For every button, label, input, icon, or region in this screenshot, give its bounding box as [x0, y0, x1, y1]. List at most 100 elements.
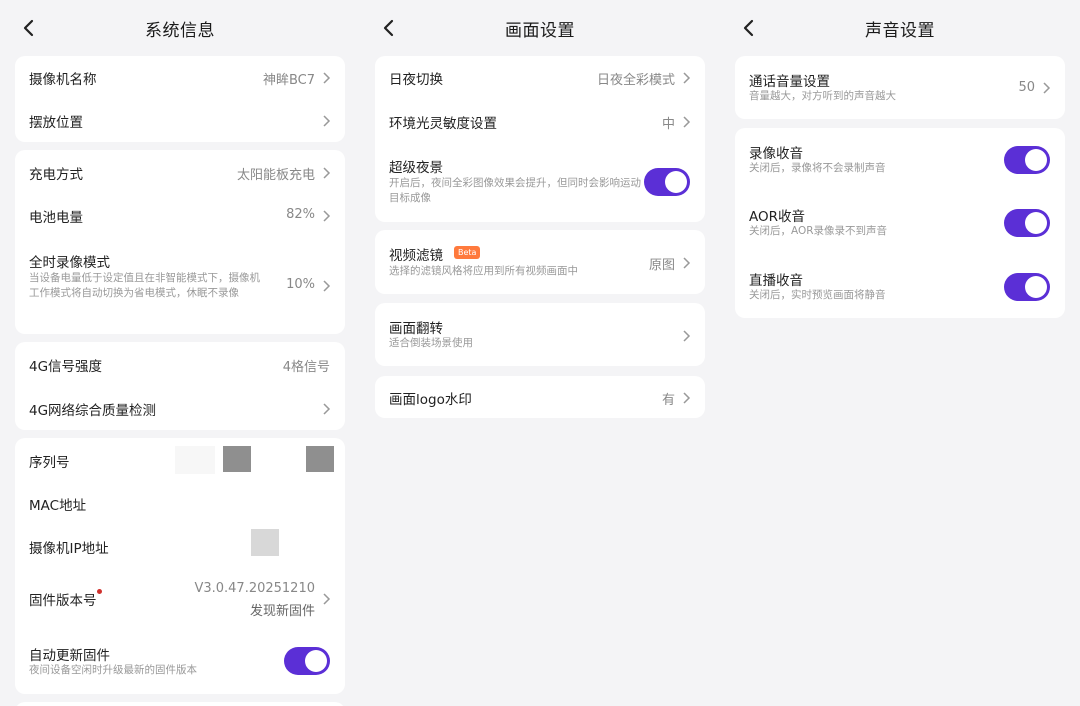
logo-row[interactable]: 画面logo水印 有 [375, 376, 705, 418]
row-subtitle: 夜间设备空闲时升级最新的固件版本 [29, 664, 197, 676]
row-value: 太阳能板充电 [236, 168, 315, 183]
aor-audio-row: AOR收音 关闭后，AOR录像录不到声音 [735, 191, 1065, 255]
chevron-right-icon [323, 115, 331, 127]
super-night-toggle[interactable] [644, 168, 690, 196]
page-title: 声音设置 [865, 21, 935, 41]
charging-row[interactable]: 充电方式 太阳能板充电 [15, 150, 345, 193]
firmware-row[interactable]: 固件版本号 V3.0.47.20251210 发现新固件 [15, 567, 345, 630]
camera-card: 摄像机名称 神眸BC7 摆放位置 [15, 56, 345, 142]
live-audio-row: 直播收音 关闭后，实时预览画面将静音 [735, 255, 1065, 318]
row-value: 82% [286, 207, 315, 222]
record-audio-toggle[interactable] [1004, 146, 1050, 174]
chevron-right-icon [683, 330, 691, 342]
row-label: 直播收音 [749, 273, 803, 289]
toggle-knob [305, 650, 327, 672]
row-label: 4G信号强度 [29, 359, 103, 375]
record-audio-row: 录像收音 关闭后，录像将不会录制声音 [735, 128, 1065, 191]
system-info-panel: 系统信息 摄像机名称 神眸BC7 摆放位置 充电方式 太阳能板充电 电池电量 8… [0, 0, 360, 706]
power-card: 充电方式 太阳能板充电 电池电量 82% 全时录像模式 当设备电量低于设定值且在… [15, 150, 345, 334]
row-label: 摄像机名称 [29, 72, 97, 88]
picture-settings-panel: 画面设置 日夜切换 日夜全彩模式 环境光灵敏度设置 中 超级夜景 开启后，夜间全… [360, 0, 720, 706]
redacted-block [223, 446, 251, 472]
chevron-right-icon [323, 210, 331, 222]
call-volume-row[interactable]: 通话音量设置 音量越大，对方听到的声音越大 50 [735, 56, 1065, 119]
row-label: 固件版本号 [29, 593, 97, 609]
chevron-right-icon [683, 116, 691, 128]
row-value: 日夜全彩模式 [596, 73, 675, 88]
full-record-row[interactable]: 全时录像模式 当设备电量低于设定值且在非智能模式下，摄像机工作模式将自动切换为省… [15, 236, 345, 334]
row-subtitle: 音量越大，对方听到的声音越大 [749, 90, 896, 102]
serial-row: 序列号 [15, 438, 345, 481]
ip-row: 摄像机IP地址 [15, 524, 345, 567]
row-value: 50 [1018, 80, 1035, 95]
chevron-right-icon [323, 403, 331, 415]
chevron-right-icon [323, 167, 331, 179]
firmware-update-hint: 发现新固件 [249, 604, 315, 619]
light-sensitivity-row[interactable]: 环境光灵敏度设置 中 [375, 99, 705, 142]
row-subtitle: 关闭后，AOR录像录不到声音 [749, 225, 888, 237]
camera-name-row[interactable]: 摄像机名称 神眸BC7 [15, 56, 345, 99]
toggle-knob [665, 171, 687, 193]
mac-row: MAC地址 [15, 481, 345, 524]
page-title: 系统信息 [145, 21, 215, 41]
row-label: 视频滤镜 [389, 248, 443, 264]
row-label: 4G网络综合质量检测 [29, 403, 157, 419]
live-audio-toggle[interactable] [1004, 273, 1050, 301]
flip-card: 画面翻转 适合倒装场景使用 [375, 303, 705, 366]
flip-row[interactable]: 画面翻转 适合倒装场景使用 [375, 303, 705, 366]
redacted-area [175, 446, 215, 474]
chevron-right-icon [683, 72, 691, 84]
row-subtitle: 适合倒装场景使用 [389, 337, 473, 349]
row-label: 环境光灵敏度设置 [389, 116, 497, 132]
row-label: 摆放位置 [29, 115, 83, 131]
row-value: 中 [661, 117, 675, 132]
auto-update-toggle[interactable] [284, 647, 330, 675]
row-label: 画面翻转 [389, 321, 443, 337]
signal-row: 4G信号强度 4格信号 [15, 342, 345, 386]
super-night-row: 超级夜景 开启后，夜间全彩图像效果会提升，但同时会影响运动目标成像 [375, 142, 705, 222]
chevron-right-icon [683, 257, 691, 269]
logo-card: 画面logo水印 有 [375, 376, 705, 418]
row-label: 超级夜景 [389, 160, 443, 176]
night-card: 日夜切换 日夜全彩模式 环境光灵敏度设置 中 超级夜景 开启后，夜间全彩图像效果… [375, 56, 705, 222]
day-night-row[interactable]: 日夜切换 日夜全彩模式 [375, 56, 705, 99]
row-value: 原图 [648, 258, 675, 273]
battery-row[interactable]: 电池电量 82% [15, 193, 345, 236]
row-label: 自动更新固件 [29, 648, 110, 664]
chevron-right-icon [683, 392, 691, 404]
toggle-knob [1025, 276, 1047, 298]
row-label: 充电方式 [29, 167, 83, 183]
new-firmware-dot [97, 589, 102, 594]
beta-badge: Beta [454, 246, 481, 259]
filter-row[interactable]: 视频滤镜 Beta 选择的滤镜风格将应用到所有视频画面中 原图 [375, 230, 705, 294]
row-value: 有 [661, 393, 675, 408]
aor-audio-toggle[interactable] [1004, 209, 1050, 237]
redacted-block [251, 529, 279, 556]
network-card: 4G信号强度 4格信号 4G网络综合质量检测 [15, 342, 345, 430]
row-value: 4格信号 [282, 360, 330, 375]
row-subtitle: 选择的滤镜风格将应用到所有视频画面中 [389, 265, 578, 277]
header: 声音设置 [720, 0, 1080, 56]
chevron-right-icon [323, 72, 331, 84]
next-card-edge [15, 702, 345, 706]
row-subtitle: 开启后，夜间全彩图像效果会提升，但同时会影响运动目标成像 [389, 177, 641, 204]
chevron-right-icon [323, 593, 331, 605]
chevron-right-icon [1043, 82, 1051, 94]
row-label: 日夜切换 [389, 72, 443, 88]
row-label: 画面logo水印 [389, 392, 472, 408]
volume-card: 通话音量设置 音量越大，对方听到的声音越大 50 [735, 56, 1065, 119]
chevron-right-icon [323, 280, 331, 292]
row-label: AOR收音 [749, 209, 806, 225]
position-row[interactable]: 摆放位置 [15, 99, 345, 142]
row-label: 序列号 [29, 455, 70, 471]
net-check-row[interactable]: 4G网络综合质量检测 [15, 386, 345, 430]
header: 画面设置 [360, 0, 720, 56]
toggle-knob [1025, 149, 1047, 171]
auto-update-row: 自动更新固件 夜间设备空闲时升级最新的固件版本 [15, 630, 345, 694]
device-card: 序列号 MAC地址 摄像机IP地址 固件版本号 V3.0.47.20251210… [15, 438, 345, 694]
firmware-version: V3.0.47.20251210 [194, 581, 315, 596]
sound-settings-panel: 声音设置 通话音量设置 音量越大，对方听到的声音越大 50 录像收音 关闭后，录… [720, 0, 1080, 706]
header: 系统信息 [0, 0, 360, 56]
audio-card: 录像收音 关闭后，录像将不会录制声音 AOR收音 关闭后，AOR录像录不到声音 … [735, 128, 1065, 318]
row-label: MAC地址 [29, 498, 87, 514]
